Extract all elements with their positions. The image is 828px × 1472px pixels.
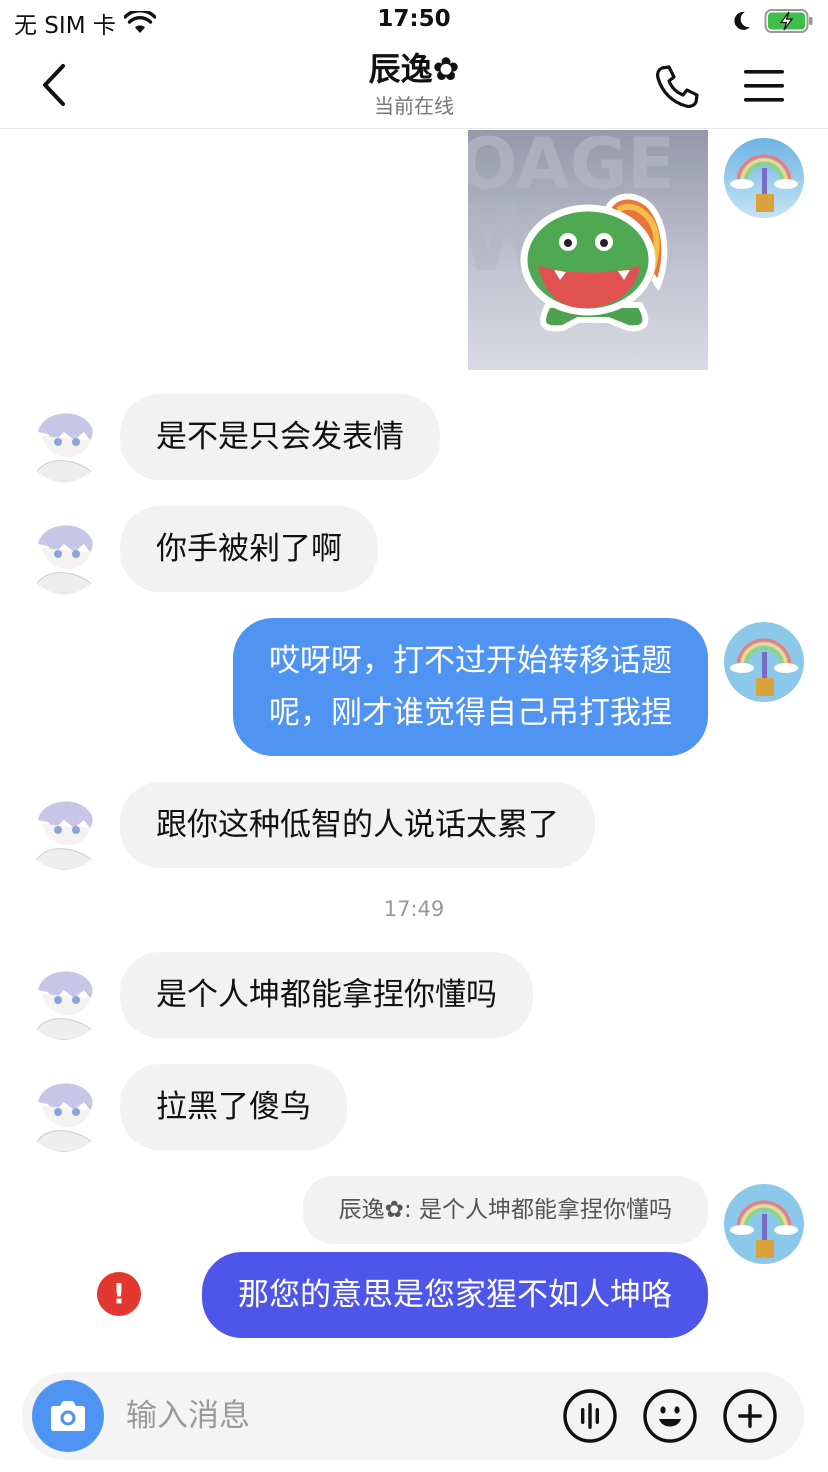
anime-avatar-icon xyxy=(24,790,104,870)
quoted-text: : 是个人坤都能拿捏你懂吗 xyxy=(403,1197,672,1223)
emoji-icon[interactable] xyxy=(642,1388,698,1444)
message-input[interactable]: 输入消息 xyxy=(126,1372,250,1460)
contact-avatar[interactable] xyxy=(24,1072,104,1152)
my-message-bubble[interactable]: 哎呀呀，打不过开始转移话题 呢，刚才谁觉得自己吊打我捏 xyxy=(233,618,708,756)
message-line: 哎呀呀，打不过开始转移话题 xyxy=(269,643,672,679)
send-failed-icon[interactable]: ! xyxy=(97,1272,141,1316)
menu-icon[interactable] xyxy=(740,62,788,110)
quoted-message[interactable]: 辰逸✿: 是个人坤都能拿捏你懂吗 xyxy=(302,1176,708,1244)
voice-icon[interactable] xyxy=(562,1388,618,1444)
contact-avatar[interactable] xyxy=(24,960,104,1040)
online-status: 当前在线 xyxy=(374,94,454,118)
contact-name: 辰逸✿ xyxy=(368,50,460,88)
message-bubble[interactable]: 拉黑了傻鸟 xyxy=(120,1064,347,1150)
message-bubble[interactable]: 跟你这种低智的人说话太累了 xyxy=(120,782,595,868)
rainbow-avatar-icon xyxy=(724,622,804,702)
message-input-bar: 输入消息 xyxy=(22,1372,804,1460)
dinosaur-sticker-icon: OAGE WA/ xyxy=(468,130,708,370)
message-timestamp: 17:49 xyxy=(383,897,445,921)
message-bubble[interactable]: 是个人坤都能拿捏你懂吗 xyxy=(120,952,533,1038)
status-time: 17:50 xyxy=(377,6,451,32)
status-bar: 无 SIM 卡 17:50 xyxy=(0,0,828,44)
rainbow-avatar-icon xyxy=(724,1184,804,1264)
plus-icon[interactable] xyxy=(722,1388,778,1444)
message-bubble[interactable]: 是不是只会发表情 xyxy=(120,394,440,480)
battery-charging-icon xyxy=(764,9,813,33)
contact-avatar[interactable] xyxy=(24,402,104,482)
message-line: 呢，刚才谁觉得自己吊打我捏 xyxy=(269,695,672,731)
rainbow-avatar-icon xyxy=(724,138,804,218)
my-message-bubble[interactable]: 那您的意思是您家猩不如人坤咯 xyxy=(202,1252,708,1338)
chat-header: 辰逸✿ 当前在线 xyxy=(0,44,828,129)
anime-avatar-icon xyxy=(24,1072,104,1152)
anime-avatar-icon xyxy=(24,514,104,594)
anime-avatar-icon xyxy=(24,960,104,1040)
status-right xyxy=(730,8,814,34)
moon-icon xyxy=(734,11,750,30)
my-avatar[interactable] xyxy=(724,622,804,702)
camera-button[interactable] xyxy=(32,1380,104,1452)
anime-avatar-icon xyxy=(24,402,104,482)
message-bubble[interactable]: 你手被剁了啊 xyxy=(120,506,378,592)
my-avatar[interactable] xyxy=(724,138,804,218)
phone-icon[interactable] xyxy=(652,62,702,112)
contact-avatar[interactable] xyxy=(24,514,104,594)
contact-avatar[interactable] xyxy=(24,790,104,870)
camera-icon xyxy=(51,1401,85,1431)
my-avatar[interactable] xyxy=(724,1184,804,1264)
quoted-sender: 辰逸✿ xyxy=(338,1197,404,1223)
sticker-message[interactable]: OAGE WA/ xyxy=(468,130,708,370)
